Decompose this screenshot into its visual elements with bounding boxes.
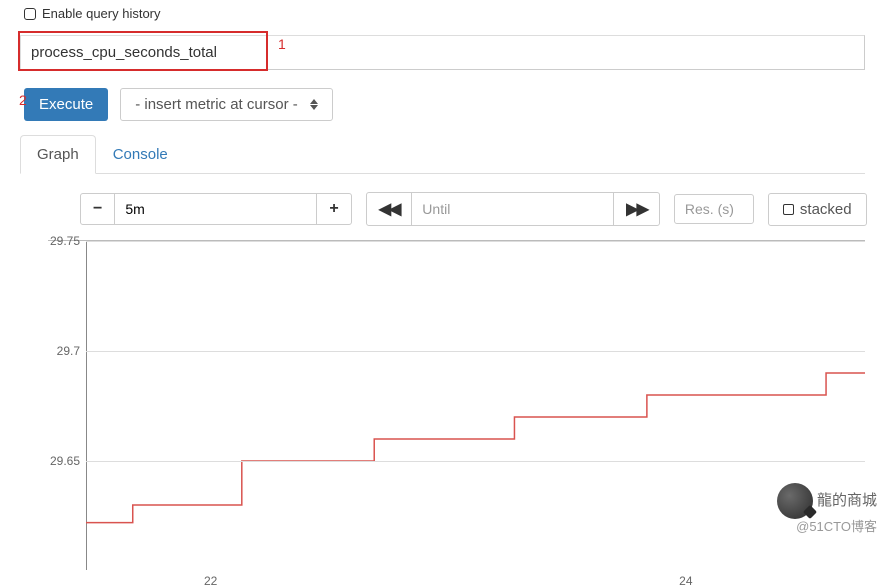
y-tick-label: 29.7 (42, 344, 80, 358)
watermark-line1: 龍的商城 (817, 491, 877, 511)
enable-history-label: Enable query history (42, 6, 161, 21)
stacked-label: stacked (800, 201, 852, 218)
range-group: − + (80, 193, 352, 225)
y-tick-label: 29.65 (42, 454, 80, 468)
time-nav-group: ◀◀ ▶▶ (366, 192, 660, 226)
execute-button-label: Execute (39, 96, 93, 113)
annotation-label-1: 1 (278, 36, 286, 52)
execute-button[interactable]: Execute (24, 88, 108, 121)
watermark: 龍的商城 @51CTO博客 (777, 483, 877, 536)
tab-console[interactable]: Console (96, 135, 185, 174)
time-forward-button[interactable]: ▶▶ (613, 192, 660, 226)
enable-history-checkbox[interactable]: Enable query history (24, 6, 861, 21)
watermark-line2: @51CTO博客 (777, 519, 877, 536)
stacked-toggle[interactable]: stacked (768, 193, 867, 226)
chart-area: 29.7529.729.652224 (48, 240, 865, 570)
until-input[interactable] (412, 192, 613, 226)
series-line (86, 373, 865, 523)
metric-dropdown-label: - insert metric at cursor - (135, 96, 298, 113)
checkbox-icon (783, 204, 794, 215)
x-tick-label: 24 (679, 574, 692, 588)
checkbox-icon (24, 8, 36, 20)
range-input[interactable] (115, 193, 316, 225)
gridline (86, 461, 865, 462)
watermark-bubble-icon (777, 483, 813, 519)
range-decrease-button[interactable]: − (80, 193, 115, 225)
chart-svg (86, 241, 865, 571)
query-input[interactable] (20, 35, 865, 70)
tabs: Graph Console (20, 135, 865, 174)
y-tick-label: 29.75 (42, 234, 80, 248)
caret-down-icon (310, 105, 318, 110)
metric-dropdown[interactable]: - insert metric at cursor - (120, 88, 333, 121)
gridline (86, 241, 865, 242)
resolution-input[interactable] (674, 194, 754, 224)
tab-graph[interactable]: Graph (20, 135, 96, 174)
x-tick-label: 22 (204, 574, 217, 588)
caret-up-icon (310, 99, 318, 104)
annotation-label-2: 2 (19, 92, 27, 108)
range-increase-button[interactable]: + (316, 193, 351, 225)
gridline (86, 351, 865, 352)
time-back-button[interactable]: ◀◀ (366, 192, 413, 226)
